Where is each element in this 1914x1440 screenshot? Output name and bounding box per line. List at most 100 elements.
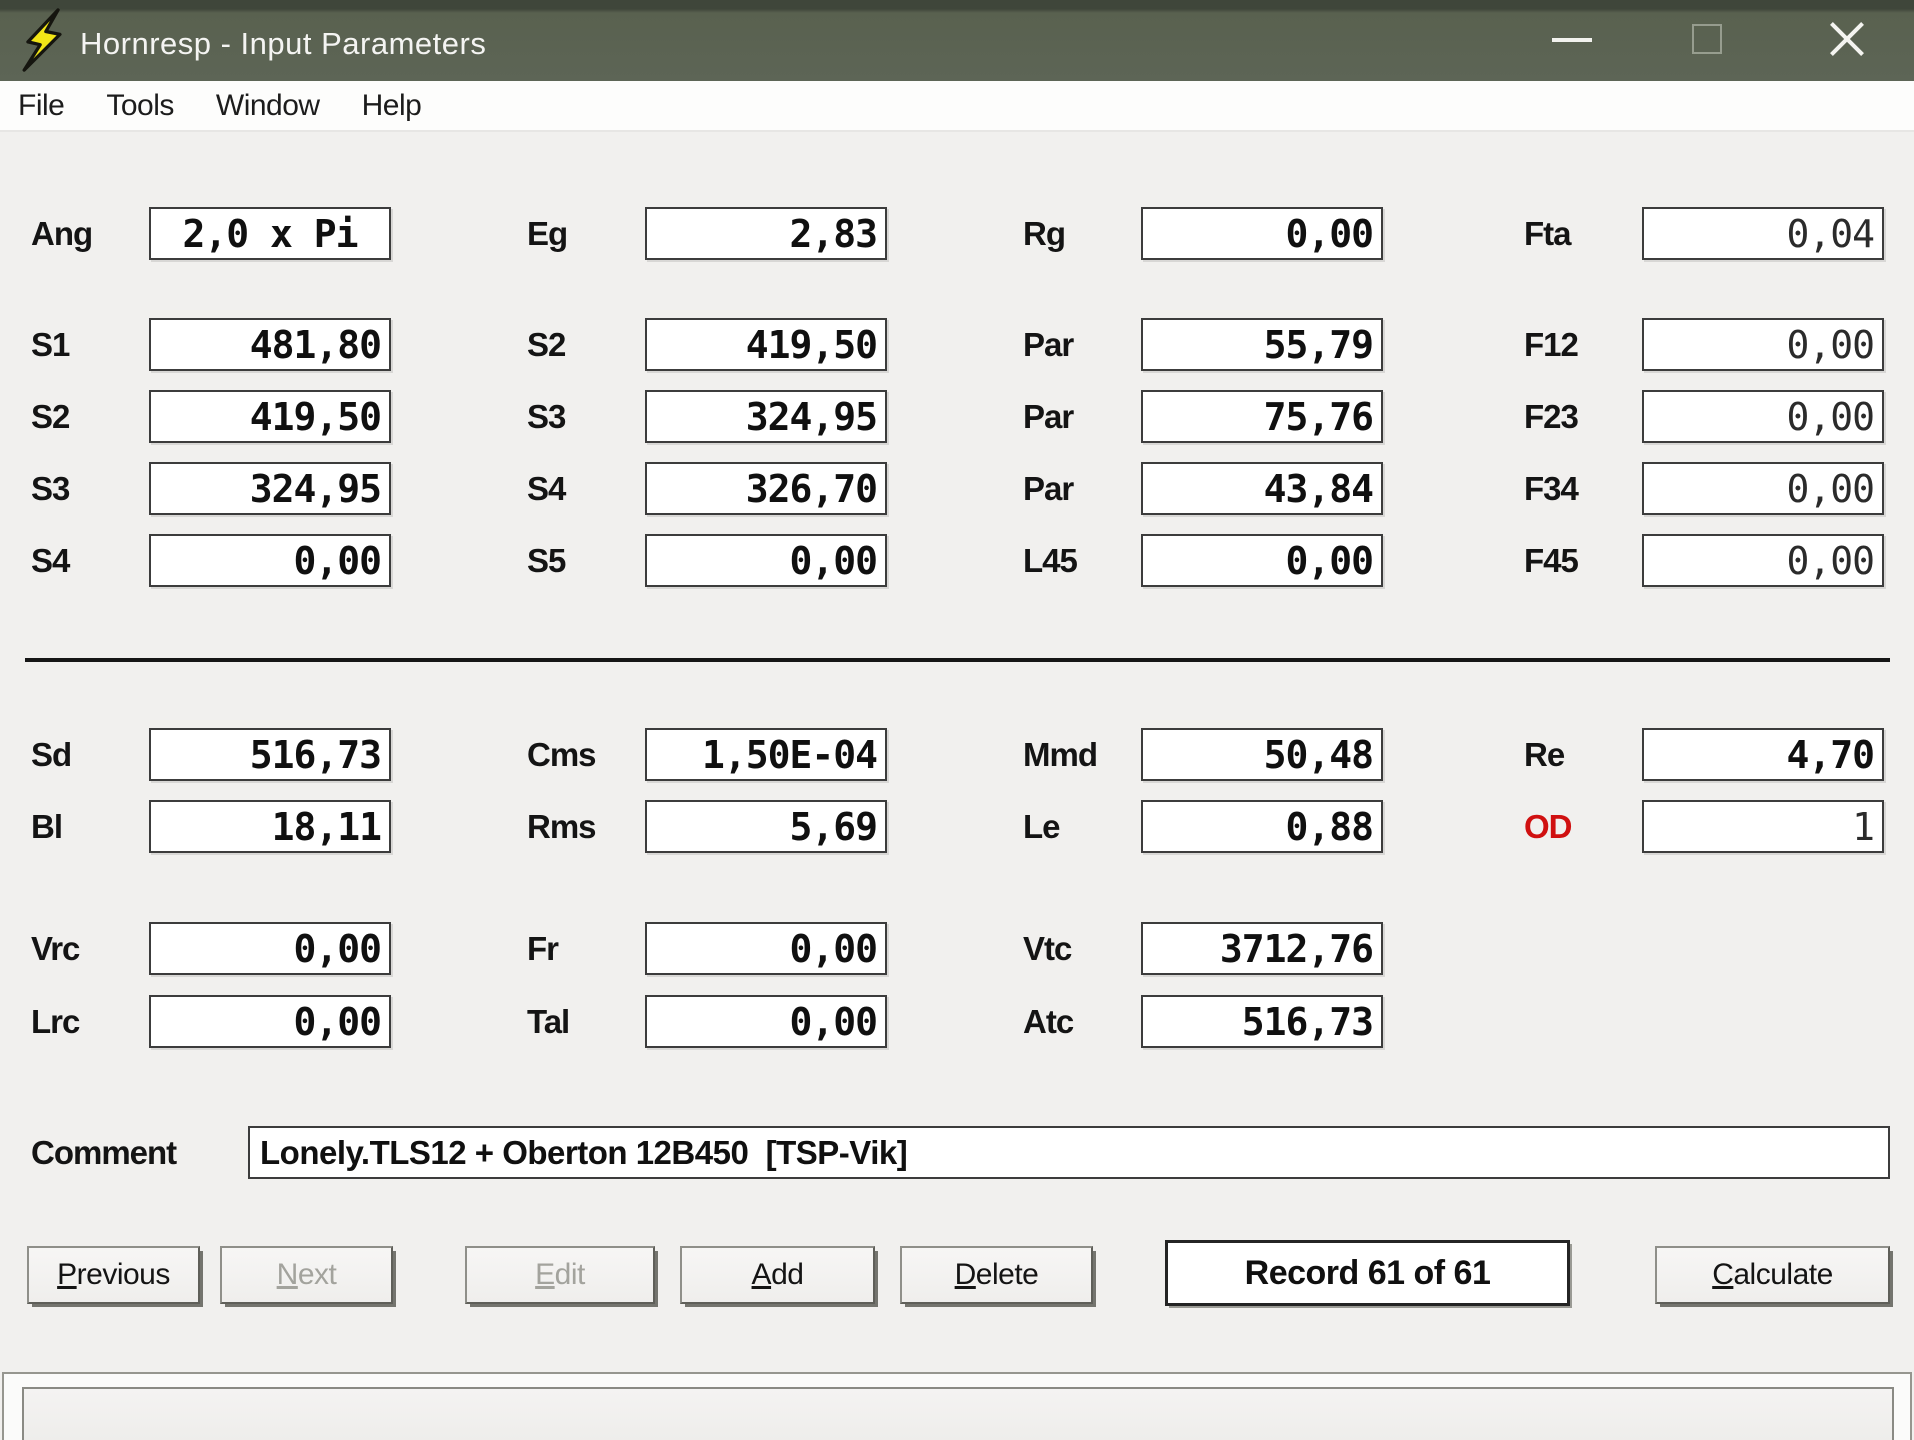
cms-input[interactable]: 1,50E-04 [645, 728, 887, 781]
add-button[interactable]: Add [680, 1246, 875, 1304]
od-label: OD [1524, 800, 1642, 853]
lrc-input[interactable]: 0,00 [149, 995, 391, 1048]
status-bar-inner [22, 1387, 1894, 1440]
s3-label: S3 [31, 462, 149, 515]
field-s2: S2 419,50 [31, 390, 391, 443]
f23-input[interactable]: 0,00 [1642, 390, 1884, 443]
field-rg: Rg 0,00 [1023, 207, 1383, 260]
mmd-input[interactable]: 50,48 [1141, 728, 1383, 781]
f34-input[interactable]: 0,00 [1642, 462, 1884, 515]
f12-label: F12 [1524, 318, 1642, 371]
par3-input[interactable]: 43,84 [1141, 462, 1383, 515]
field-f45: F45 0,00 [1524, 534, 1884, 587]
menu-help[interactable]: Help [362, 89, 422, 123]
comment-row: Comment Lonely.TLS12 + Oberton 12B450 [T… [31, 1126, 1890, 1179]
s2-input[interactable]: 419,50 [149, 390, 391, 443]
fr-input[interactable]: 0,00 [645, 922, 887, 975]
s2-seg2-input[interactable]: 419,50 [645, 318, 887, 371]
s2-label: S2 [31, 390, 149, 443]
close-icon [1826, 18, 1868, 60]
rg-label: Rg [1023, 207, 1141, 260]
field-s4: S4 0,00 [31, 534, 391, 587]
ang-input[interactable]: 2,0 x Pi [149, 207, 391, 260]
field-vtc: Vtc 3712,76 [1023, 922, 1383, 975]
field-cms: Cms 1,50E-04 [527, 728, 887, 781]
field-l45: L45 0,00 [1023, 534, 1383, 587]
bl-input[interactable]: 18,11 [149, 800, 391, 853]
par2-input[interactable]: 75,76 [1141, 390, 1383, 443]
s5-input[interactable]: 0,00 [645, 534, 887, 587]
section-separator [25, 658, 1890, 662]
rms-input[interactable]: 5,69 [645, 800, 887, 853]
fta-input[interactable]: 0,04 [1642, 207, 1884, 260]
le-input[interactable]: 0,88 [1141, 800, 1383, 853]
comment-input[interactable]: Lonely.TLS12 + Oberton 12B450 [TSP-Vik] [248, 1126, 1890, 1179]
sd-label: Sd [31, 728, 149, 781]
s1-input[interactable]: 481,80 [149, 318, 391, 371]
atc-label: Atc [1023, 995, 1141, 1048]
mmd-label: Mmd [1023, 728, 1141, 781]
status-bar [2, 1372, 1912, 1440]
vtc-input[interactable]: 3712,76 [1141, 922, 1383, 975]
f34-label: F34 [1524, 462, 1642, 515]
field-s2-seg2: S2 419,50 [527, 318, 887, 371]
od-input[interactable]: 1 [1642, 800, 1884, 853]
field-tal: Tal 0,00 [527, 995, 887, 1048]
s4-seg4-input[interactable]: 326,70 [645, 462, 887, 515]
delete-button[interactable]: Delete [900, 1246, 1093, 1304]
eg-input[interactable]: 2,83 [645, 207, 887, 260]
sd-input[interactable]: 516,73 [149, 728, 391, 781]
field-sd: Sd 516,73 [31, 728, 391, 781]
par2-label: Par [1023, 390, 1141, 443]
ang-label: Ang [31, 207, 149, 260]
menu-window[interactable]: Window [216, 89, 320, 123]
field-lrc: Lrc 0,00 [31, 995, 391, 1048]
record-status-text: Record 61 of 61 [1245, 1254, 1491, 1293]
window-title: Hornresp - Input Parameters [80, 0, 486, 81]
field-f23: F23 0,00 [1524, 390, 1884, 443]
s3-seg3-label: S3 [527, 390, 645, 443]
field-fta: Fta 0,04 [1524, 207, 1884, 260]
par3-label: Par [1023, 462, 1141, 515]
vrc-input[interactable]: 0,00 [149, 922, 391, 975]
field-f34: F34 0,00 [1524, 462, 1884, 515]
eg-label: Eg [527, 207, 645, 260]
s3-input[interactable]: 324,95 [149, 462, 391, 515]
rg-input[interactable]: 0,00 [1141, 207, 1383, 260]
menu-file[interactable]: File [18, 89, 64, 123]
par1-label: Par [1023, 318, 1141, 371]
bl-label: Bl [31, 800, 149, 853]
maximize-icon [1692, 24, 1722, 54]
re-label: Re [1524, 728, 1642, 781]
atc-input[interactable]: 516,73 [1141, 995, 1383, 1048]
re-input[interactable]: 4,70 [1642, 728, 1884, 781]
menu-tools[interactable]: Tools [106, 89, 174, 123]
field-s3-seg3: S3 324,95 [527, 390, 887, 443]
calculate-button[interactable]: Calculate [1655, 1246, 1890, 1304]
edit-button[interactable]: Edit [465, 1246, 655, 1304]
s3-seg3-input[interactable]: 324,95 [645, 390, 887, 443]
field-mmd: Mmd 50,48 [1023, 728, 1383, 781]
field-s3: S3 324,95 [31, 462, 391, 515]
next-button[interactable]: Next [220, 1246, 393, 1304]
lightning-bolt-icon [14, 8, 72, 72]
par1-input[interactable]: 55,79 [1141, 318, 1383, 371]
field-bl: Bl 18,11 [31, 800, 391, 853]
l45-input[interactable]: 0,00 [1141, 534, 1383, 587]
minimize-button[interactable] [1524, 0, 1620, 78]
field-f12: F12 0,00 [1524, 318, 1884, 371]
s1-label: S1 [31, 318, 149, 371]
field-par1: Par 55,79 [1023, 318, 1383, 371]
field-s5: S5 0,00 [527, 534, 887, 587]
menu-bar: File Tools Window Help [0, 81, 1914, 132]
previous-button[interactable]: Previous [27, 1246, 200, 1304]
rms-label: Rms [527, 800, 645, 853]
tal-input[interactable]: 0,00 [645, 995, 887, 1048]
fr-label: Fr [527, 922, 645, 975]
maximize-button[interactable] [1660, 0, 1756, 78]
f45-input[interactable]: 0,00 [1642, 534, 1884, 587]
s4-input[interactable]: 0,00 [149, 534, 391, 587]
s2-seg2-label: S2 [527, 318, 645, 371]
close-button[interactable] [1796, 0, 1892, 78]
f12-input[interactable]: 0,00 [1642, 318, 1884, 371]
